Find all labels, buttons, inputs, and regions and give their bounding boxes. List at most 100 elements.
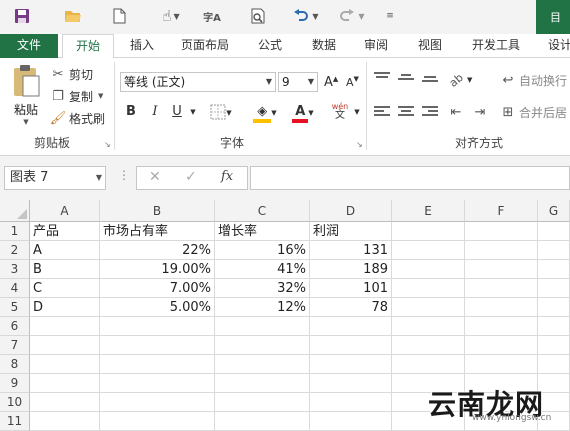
tab-insert[interactable]: 插入 <box>118 34 166 58</box>
tab-data[interactable]: 数据 <box>302 34 346 58</box>
underline-button[interactable]: U <box>168 102 186 122</box>
name-box[interactable]: 图表 7 ▼ <box>4 166 106 190</box>
cell[interactable] <box>538 279 570 298</box>
format-painter-button[interactable]: 🖌 格式刷 <box>50 108 105 128</box>
enter-icon[interactable]: ✓ <box>185 169 197 185</box>
insert-function-button[interactable]: fx <box>221 169 233 184</box>
cell[interactable] <box>215 374 310 393</box>
cell[interactable] <box>215 317 310 336</box>
cell[interactable]: C <box>30 279 100 298</box>
cell[interactable]: B <box>30 260 100 279</box>
redo-icon[interactable]: ▼ <box>336 6 368 26</box>
cell[interactable] <box>30 412 100 431</box>
cell[interactable] <box>465 298 538 317</box>
column-header[interactable]: G <box>538 200 570 222</box>
cell[interactable] <box>465 336 538 355</box>
orientation-button[interactable]: ab ▼ <box>447 70 473 90</box>
row-header[interactable]: 10 <box>0 393 30 412</box>
cell[interactable] <box>30 336 100 355</box>
cell[interactable] <box>30 374 100 393</box>
cell[interactable] <box>538 317 570 336</box>
row-header[interactable]: 11 <box>0 412 30 431</box>
folder-open-icon[interactable] <box>62 6 84 26</box>
cell[interactable] <box>310 412 392 431</box>
cancel-icon[interactable]: ✕ <box>149 169 161 185</box>
shrink-font-button[interactable]: A ▼ <box>346 72 359 92</box>
borders-button[interactable]: ▼ <box>206 102 236 122</box>
cell[interactable] <box>100 317 215 336</box>
column-header[interactable]: C <box>215 200 310 222</box>
row-header[interactable]: 7 <box>0 336 30 355</box>
column-header[interactable]: D <box>310 200 392 222</box>
undo-icon[interactable]: ▼ <box>290 6 322 26</box>
font-name-combo[interactable]: 等线 (正文) ▼ <box>120 72 276 92</box>
decrease-indent-button[interactable]: ⇤ <box>448 102 467 122</box>
fill-color-button[interactable]: ◈ ▼ <box>248 102 282 123</box>
print-preview-icon[interactable] <box>248 6 268 26</box>
cell[interactable]: 131 <box>310 241 392 260</box>
align-right-icon[interactable] <box>422 106 438 120</box>
cell[interactable]: 41% <box>215 260 310 279</box>
cell[interactable] <box>392 260 465 279</box>
row-header[interactable]: 8 <box>0 355 30 374</box>
tab-review[interactable]: 审阅 <box>354 34 398 58</box>
clipboard-launcher-icon[interactable]: ↘ <box>104 140 111 149</box>
cell[interactable]: 22% <box>100 241 215 260</box>
cell[interactable] <box>392 279 465 298</box>
wrap-text-button[interactable]: ↩ 自动换行 <box>500 70 567 90</box>
cell[interactable] <box>465 355 538 374</box>
cell[interactable]: 189 <box>310 260 392 279</box>
cell[interactable] <box>100 355 215 374</box>
tab-file[interactable]: 文件 <box>0 34 58 58</box>
increase-indent-button[interactable]: ⇥ <box>472 102 491 122</box>
cell[interactable]: 增长率 <box>215 222 310 241</box>
column-header[interactable]: B <box>100 200 215 222</box>
font-size-combo[interactable]: 9 ▼ <box>278 72 318 92</box>
align-left-icon[interactable] <box>374 106 390 120</box>
align-bottom-icon[interactable] <box>422 76 438 90</box>
cell[interactable] <box>392 222 465 241</box>
more-options-icon[interactable]: ⋮ <box>118 168 130 182</box>
row-header[interactable]: 6 <box>0 317 30 336</box>
cell[interactable]: 产品 <box>30 222 100 241</box>
cell[interactable] <box>310 336 392 355</box>
cell[interactable] <box>215 393 310 412</box>
save-icon[interactable] <box>12 6 32 26</box>
cell[interactable] <box>310 374 392 393</box>
cell[interactable]: 5.00% <box>100 298 215 317</box>
font-color-button[interactable]: A ▼ <box>286 102 320 123</box>
tab-developer[interactable]: 开发工具 <box>462 34 530 58</box>
cell[interactable] <box>538 222 570 241</box>
cell[interactable] <box>30 355 100 374</box>
bold-button[interactable]: B <box>122 102 140 122</box>
cut-button[interactable]: ✂ 剪切 <box>50 64 93 84</box>
cell[interactable] <box>215 355 310 374</box>
tab-page-layout[interactable]: 页面布局 <box>172 34 238 58</box>
align-top-icon[interactable] <box>374 72 390 86</box>
cell[interactable] <box>465 279 538 298</box>
cell[interactable] <box>465 241 538 260</box>
cell[interactable] <box>392 355 465 374</box>
cell[interactable] <box>465 260 538 279</box>
cell[interactable]: 7.00% <box>100 279 215 298</box>
cell[interactable] <box>30 393 100 412</box>
cell[interactable]: 16% <box>215 241 310 260</box>
phonetic-guide-button[interactable]: wén 文 <box>328 102 352 122</box>
cell[interactable]: 101 <box>310 279 392 298</box>
select-all-button[interactable] <box>0 200 30 222</box>
align-middle-icon[interactable] <box>398 74 414 88</box>
spelling-icon[interactable]: 字A <box>201 6 223 26</box>
touch-mode-icon[interactable]: ☝ ▼ <box>156 6 186 26</box>
row-header[interactable]: 2 <box>0 241 30 260</box>
cell[interactable]: 12% <box>215 298 310 317</box>
cell[interactable] <box>310 355 392 374</box>
column-header[interactable]: A <box>30 200 100 222</box>
cell[interactable] <box>310 317 392 336</box>
cell[interactable] <box>538 336 570 355</box>
grow-font-button[interactable]: A ▲ <box>324 72 338 92</box>
cell[interactable] <box>100 374 215 393</box>
copy-button[interactable]: ❐ 复制 ▼ <box>50 86 103 106</box>
tab-home[interactable]: 开始 <box>62 34 114 59</box>
cell[interactable] <box>465 222 538 241</box>
cell[interactable] <box>538 260 570 279</box>
